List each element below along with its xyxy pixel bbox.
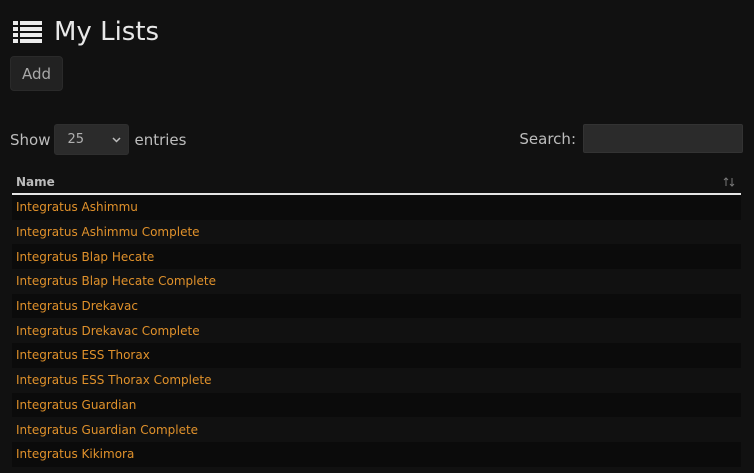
lists-table: Name Integratus Ashimmu Integratus Ashim… (12, 170, 741, 467)
length-prefix-label: Show (10, 130, 51, 149)
list-link[interactable]: Integratus Drekavac (16, 299, 138, 313)
table-row: Integratus Guardian (12, 392, 741, 418)
table-row: Integratus Ashimmu Complete (12, 219, 741, 245)
list-link[interactable]: Integratus Ashimmu (16, 200, 138, 214)
page-header: My Lists (13, 14, 159, 50)
list-link[interactable]: Integratus Guardian (16, 398, 136, 412)
table-body: Integratus Ashimmu Integratus Ashimmu Co… (12, 195, 741, 467)
list-link[interactable]: Integratus Drekavac Complete (16, 324, 200, 338)
search-label: Search: (519, 129, 576, 148)
list-link[interactable]: Integratus Blap Hecate Complete (16, 274, 216, 288)
search-control: Search: (519, 124, 743, 153)
page: My Lists Add Show 25 entries Search: Nam… (0, 0, 754, 473)
list-link[interactable]: Integratus Kikimora (16, 447, 134, 461)
entries-length-control: Show 25 entries (10, 124, 186, 155)
sort-icon (723, 176, 735, 187)
table-row: Integratus Blap Hecate (12, 244, 741, 270)
list-link[interactable]: Integratus Ashimmu Complete (16, 225, 200, 239)
chevron-down-icon (112, 136, 122, 143)
table-row: Integratus Guardian Complete (12, 417, 741, 442)
list-link[interactable]: Integratus ESS Thorax (16, 348, 150, 362)
list-link[interactable]: Integratus ESS Thorax Complete (16, 373, 211, 387)
table-row: Integratus Blap Hecate Complete (12, 269, 741, 294)
column-header-label: Name (16, 174, 55, 189)
page-title: My Lists (54, 17, 160, 47)
entries-per-page-value: 25 (67, 132, 85, 147)
table-header-name[interactable]: Name (12, 170, 741, 195)
table-row: Integratus Kikimora (12, 441, 741, 467)
table-row: Integratus Drekavac Complete (12, 318, 741, 344)
table-row: Integratus Ashimmu (12, 195, 741, 220)
length-suffix-label: entries (134, 130, 187, 149)
table-row: Integratus Drekavac (12, 293, 741, 319)
list-icon (13, 21, 42, 43)
list-link[interactable]: Integratus Blap Hecate (16, 250, 154, 264)
table-row: Integratus ESS Thorax (12, 343, 741, 368)
entries-per-page-select[interactable]: 25 (54, 124, 130, 155)
search-input[interactable] (583, 124, 743, 153)
add-button[interactable]: Add (10, 56, 63, 91)
list-link[interactable]: Integratus Guardian Complete (16, 423, 198, 437)
table-row: Integratus ESS Thorax Complete (12, 367, 741, 393)
